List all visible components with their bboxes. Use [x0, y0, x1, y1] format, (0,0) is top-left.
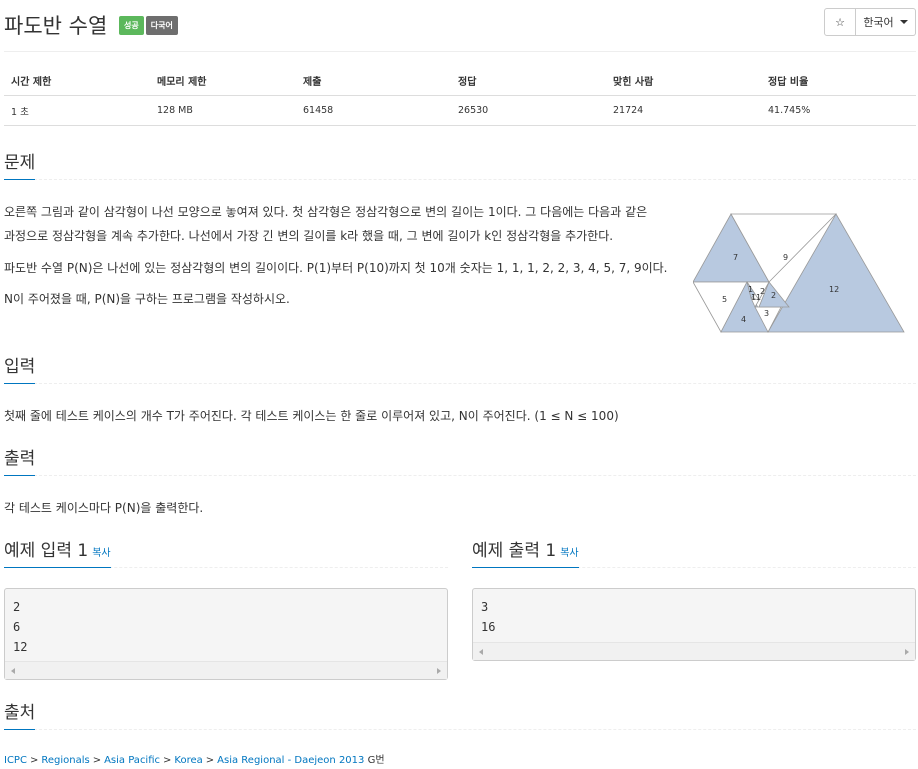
padovan-spiral-figure: 7 9 5 1 1 1 2 2 3 4 12 [693, 213, 905, 333]
section-output: 출력 [4, 446, 916, 476]
section-sample-input: 예제 입력 1 복사 [4, 538, 448, 568]
section-input: 입력 [4, 354, 916, 384]
sample-input-line: 6 [13, 620, 21, 634]
language-label: 한국어 [863, 16, 894, 29]
figure-label: 3 [764, 309, 769, 318]
stats-value-row: 1 초 128 MB 61458 26530 21724 41.745% [4, 96, 916, 126]
stats-solvers: 21724 [613, 105, 644, 116]
figure-label: 2 [771, 291, 776, 300]
problem-line: 파도반 수열 P(N)은 나선에 있는 정삼각형의 변의 길이이다. P(1)부… [4, 261, 668, 275]
stats-header-row: 시간 제한 메모리 제한 제출 정답 맞힌 사람 정답 비율 [4, 66, 916, 96]
figure-label: 2 [760, 287, 765, 296]
badge-group: 성공 다국어 [119, 16, 178, 35]
problem-header: 파도반 수열 성공 다국어 ☆ 한국어 [4, 8, 916, 52]
section-heading-sample-output: 예제 출력 1 복사 [472, 536, 579, 568]
status-badge-success: 성공 [119, 16, 144, 35]
problem-line: 오른쪽 그림과 같이 삼각형이 나선 모양으로 놓여져 있다. 첫 삼각형은 정… [4, 205, 648, 219]
section-sample-output: 예제 출력 1 복사 [472, 538, 916, 568]
copy-sample-input-button[interactable]: 복사 [92, 548, 110, 559]
section-heading-sample-input: 예제 입력 1 복사 [4, 536, 111, 568]
stats-submissions: 61458 [303, 105, 334, 116]
section-heading-source: 출처 [4, 698, 36, 730]
sample-input-scrollbar[interactable] [5, 661, 447, 679]
stats-table: 시간 제한 메모리 제한 제출 정답 맞힌 사람 정답 비율 1 초 128 M… [4, 66, 916, 126]
section-heading-input: 입력 [4, 352, 36, 384]
breadcrumb-separator: > [205, 755, 215, 766]
stats-time-limit: 1 초 [11, 106, 29, 118]
figure-label: 9 [783, 253, 788, 262]
sample-input-line: 12 [13, 640, 28, 654]
stats-accepted: 26530 [458, 105, 489, 116]
copy-sample-output-button[interactable]: 복사 [560, 548, 578, 559]
section-problem: 문제 [4, 150, 916, 180]
breadcrumb-separator: > [92, 755, 102, 766]
problem-line: 과정으로 정삼각형을 계속 추가한다. 나선에서 가장 긴 변의 길이를 k라 … [4, 229, 614, 243]
stats-memory-limit: 128 MB [157, 105, 193, 116]
stats-header-ratio: 정답 비율 [768, 77, 809, 88]
stats-header-submissions: 제출 [303, 77, 322, 88]
scroll-left-icon[interactable] [11, 668, 15, 674]
breadcrumb-separator: > [29, 755, 39, 766]
section-heading-problem: 문제 [4, 148, 36, 180]
sample-input-line: 2 [13, 600, 21, 614]
problem-line: N이 주어졌을 때, P(N)을 구하는 프로그램을 작성하시오. [4, 292, 290, 306]
scroll-right-icon[interactable] [905, 649, 909, 655]
stats-header-time-limit: 시간 제한 [11, 77, 52, 88]
header-buttons: ☆ 한국어 [824, 8, 916, 36]
stats-header-accepted: 정답 [458, 77, 477, 88]
sample-input-box[interactable]: 2 6 12 [4, 588, 448, 680]
stats-header-memory-limit: 메모리 제한 [157, 77, 207, 88]
figure-label: 12 [829, 285, 839, 294]
breadcrumb-separator: > [163, 755, 172, 766]
page-title: 파도반 수열 [4, 14, 108, 38]
star-icon: ☆ [835, 15, 845, 29]
sample-output-line: 16 [481, 620, 496, 634]
source-problem-letter: G번 [367, 755, 385, 766]
figure-label: 4 [741, 315, 746, 324]
sample-output-scrollbar[interactable] [473, 642, 915, 660]
scroll-right-icon[interactable] [437, 668, 441, 674]
figure-label: 5 [722, 295, 727, 304]
input-description: 첫째 줄에 테스트 케이스의 개수 T가 주어진다. 각 테스트 케이스는 한 … [4, 409, 619, 423]
sample-output-title: 예제 출력 1 [472, 541, 557, 561]
problem-description: 오른쪽 그림과 같이 삼각형이 나선 모양으로 놓여져 있다. 첫 삼각형은 정… [4, 200, 694, 311]
output-description: 각 테스트 케이스마다 P(N)을 출력한다. [4, 501, 204, 515]
source-link-icpc[interactable]: ICPC [4, 755, 27, 766]
section-source: 출처 [4, 700, 916, 730]
stats-header-solvers: 맞힌 사람 [613, 77, 654, 88]
star-button[interactable]: ☆ [824, 8, 856, 36]
status-badge-multilang: 다국어 [145, 16, 178, 35]
sample-input-title: 예제 입력 1 [4, 541, 89, 561]
stats-ratio: 41.745% [768, 105, 811, 116]
source-link-daejeon-2013[interactable]: Asia Regional - Daejeon 2013 [217, 755, 364, 766]
source-breadcrumb: ICPC > Regionals > Asia Pacific > Korea > Asia R… [4, 751, 385, 766]
sample-output-line: 3 [481, 600, 489, 614]
source-link-regionals[interactable]: Regionals [41, 755, 89, 766]
source-link-korea[interactable]: Korea [174, 755, 202, 766]
sample-output-box[interactable]: 3 16 [472, 588, 916, 661]
caret-down-icon [899, 20, 908, 24]
figure-label: 7 [733, 253, 738, 262]
language-dropdown[interactable]: 한국어 [856, 8, 916, 36]
scroll-left-icon[interactable] [479, 649, 483, 655]
source-link-asia-pacific[interactable]: Asia Pacific [104, 755, 160, 766]
section-heading-output: 출력 [4, 444, 36, 476]
